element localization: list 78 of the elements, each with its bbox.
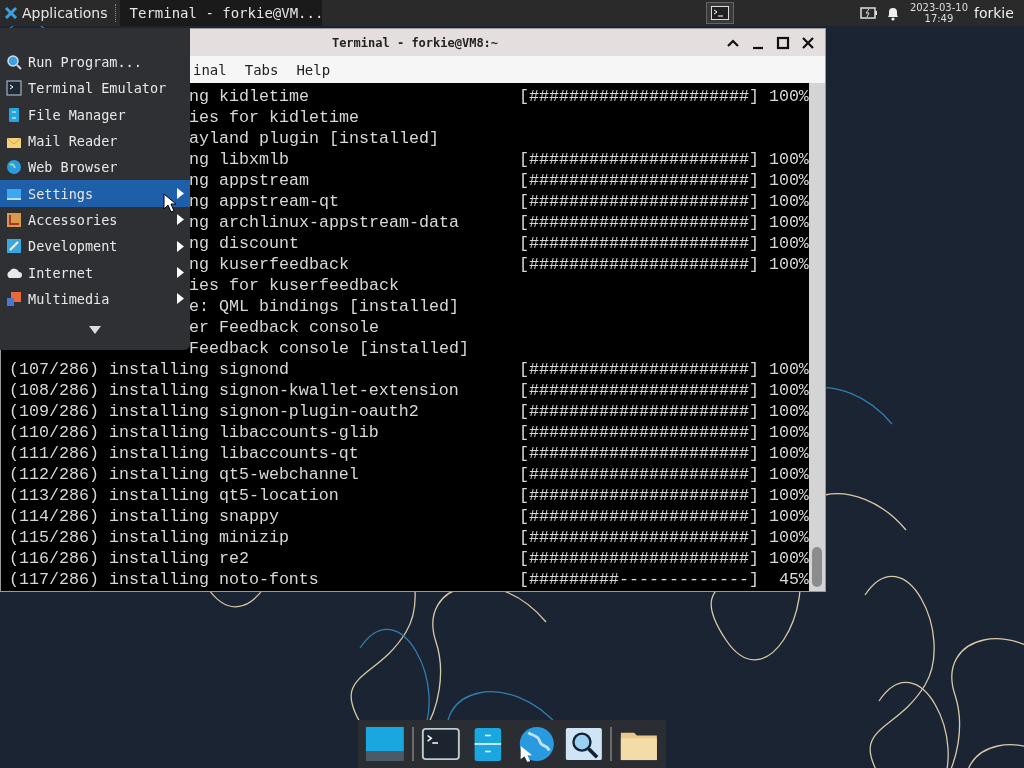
progress-text: [######################] 100% <box>519 212 809 233</box>
submenu-arrow-icon <box>177 293 184 305</box>
progress-text: [######################] 100% <box>519 191 809 212</box>
progress-text: [######################] 100% <box>519 506 809 527</box>
terminal-line: (112/286) installing qt5-webchannel <box>9 464 359 485</box>
terminal-line: (109/286) installing signon-plugin-oauth2 <box>9 401 419 422</box>
menu-entry[interactable]: Mail Reader <box>0 127 190 155</box>
progress-text: [######################] 100% <box>519 527 809 548</box>
progress-text: [######################] 100% <box>519 464 809 485</box>
cabinet-icon <box>6 106 22 123</box>
submenu-arrow-icon <box>177 188 184 200</box>
progress-text: [######################] 100% <box>519 233 809 254</box>
progress-text: [#########-------------] 45% <box>519 569 809 590</box>
progress-text: [######################] 100% <box>519 443 809 464</box>
scroll-down-icon[interactable] <box>89 325 101 334</box>
menu-entry[interactable]: Web Browser <box>0 154 190 181</box>
pencil-icon <box>6 238 22 255</box>
terminal-line: ng appstream <box>189 170 309 191</box>
progress-text: [######################] 100% <box>519 254 809 275</box>
taskbar-button[interactable]: Terminal - forkie@VM... <box>119 0 322 26</box>
terminal-line: er Feedback console <box>189 317 379 338</box>
terminal-line: ng libxmlb <box>189 149 289 170</box>
terminal-icon <box>6 80 22 97</box>
menu-entry[interactable]: Run Program... <box>0 49 190 76</box>
terminal-line: (114/286) installing snappy <box>9 506 279 527</box>
menu-item[interactable]: inal <box>191 59 229 80</box>
terminal-line: ng archlinux-appstream-data <box>189 212 459 233</box>
terminal-line: ng appstream-qt <box>189 191 339 212</box>
progress-text: [######################] 100% <box>519 485 809 506</box>
progress-text: [######################] 100% <box>519 422 809 443</box>
terminal-line: (113/286) installing qt5-location <box>9 485 339 506</box>
progress-text: [######################] 100% <box>519 548 809 569</box>
battery-icon[interactable] <box>859 7 878 19</box>
progress-text: [######################] 100% <box>519 380 809 401</box>
terminal-line: (111/286) installing libaccounts-qt <box>9 443 359 464</box>
window-title: Terminal - forkie@VM8:~ <box>330 35 500 50</box>
terminal-line: (116/286) installing re2 <box>9 548 249 569</box>
progress-text: [######################] 100% <box>519 359 809 380</box>
terminal-line: (110/286) installing libaccounts-glib <box>9 422 379 443</box>
menu-entry[interactable]: Settings <box>0 180 190 207</box>
menu-item[interactable]: Help <box>294 59 333 80</box>
terminal-line: (108/286) installing signon-kwallet-extension <box>9 380 459 401</box>
globe-icon <box>6 159 22 176</box>
menu-item[interactable]: Tabs <box>242 59 281 80</box>
menu-entry[interactable]: Accessories <box>0 206 190 234</box>
menu-entry[interactable]: Internet <box>0 259 190 286</box>
menu-entry[interactable]: Terminal Emulator <box>0 75 190 102</box>
submenu-arrow-icon <box>177 240 184 252</box>
progress-text: [######################] 100% <box>519 149 809 170</box>
chart-icon <box>6 211 22 228</box>
terminal-line: ies for kuserfeedback <box>189 275 399 296</box>
user-name[interactable]: forkie <box>974 5 1024 21</box>
terminal-line: e: QML bindings [installed] <box>189 296 459 317</box>
terminal-line: ayland plugin [installed] <box>189 128 439 149</box>
submenu-arrow-icon <box>177 267 184 278</box>
terminal-line: ng discount <box>189 233 299 254</box>
terminal-line: (117/286) installing noto-fonts <box>9 569 319 590</box>
terminal-line: (107/286) installing signond <box>9 359 289 380</box>
desktop-icon[interactable] <box>364 724 406 764</box>
media-icon <box>6 290 22 307</box>
terminal-line: ng kuserfeedback <box>189 254 349 275</box>
menu-entry[interactable]: File Manager <box>0 101 190 128</box>
submenu-arrow-icon <box>177 214 184 226</box>
terminal-line: (115/286) installing minizip <box>9 527 289 548</box>
progress-text: [######################] 100% <box>519 86 809 107</box>
menu-entry[interactable]: Development <box>0 233 190 260</box>
search-icon <box>6 54 22 71</box>
logo-icon <box>4 6 18 20</box>
terminal-line: Feedback console [installed] <box>189 338 469 359</box>
menu-entry[interactable]: Multimedia <box>0 285 190 312</box>
terminal-line: ng kidletime <box>189 86 309 107</box>
bell-icon[interactable] <box>885 5 900 21</box>
progress-text: [######################] 100% <box>519 170 809 191</box>
progress-text: [######################] 100% <box>519 401 809 422</box>
terminal-launcher[interactable] <box>705 2 734 24</box>
applications-button[interactable]: Applications <box>0 0 112 26</box>
terminal-line: ies for kidletime <box>189 107 359 128</box>
clock[interactable]: 2023-03-10 17:49 <box>909 2 968 24</box>
